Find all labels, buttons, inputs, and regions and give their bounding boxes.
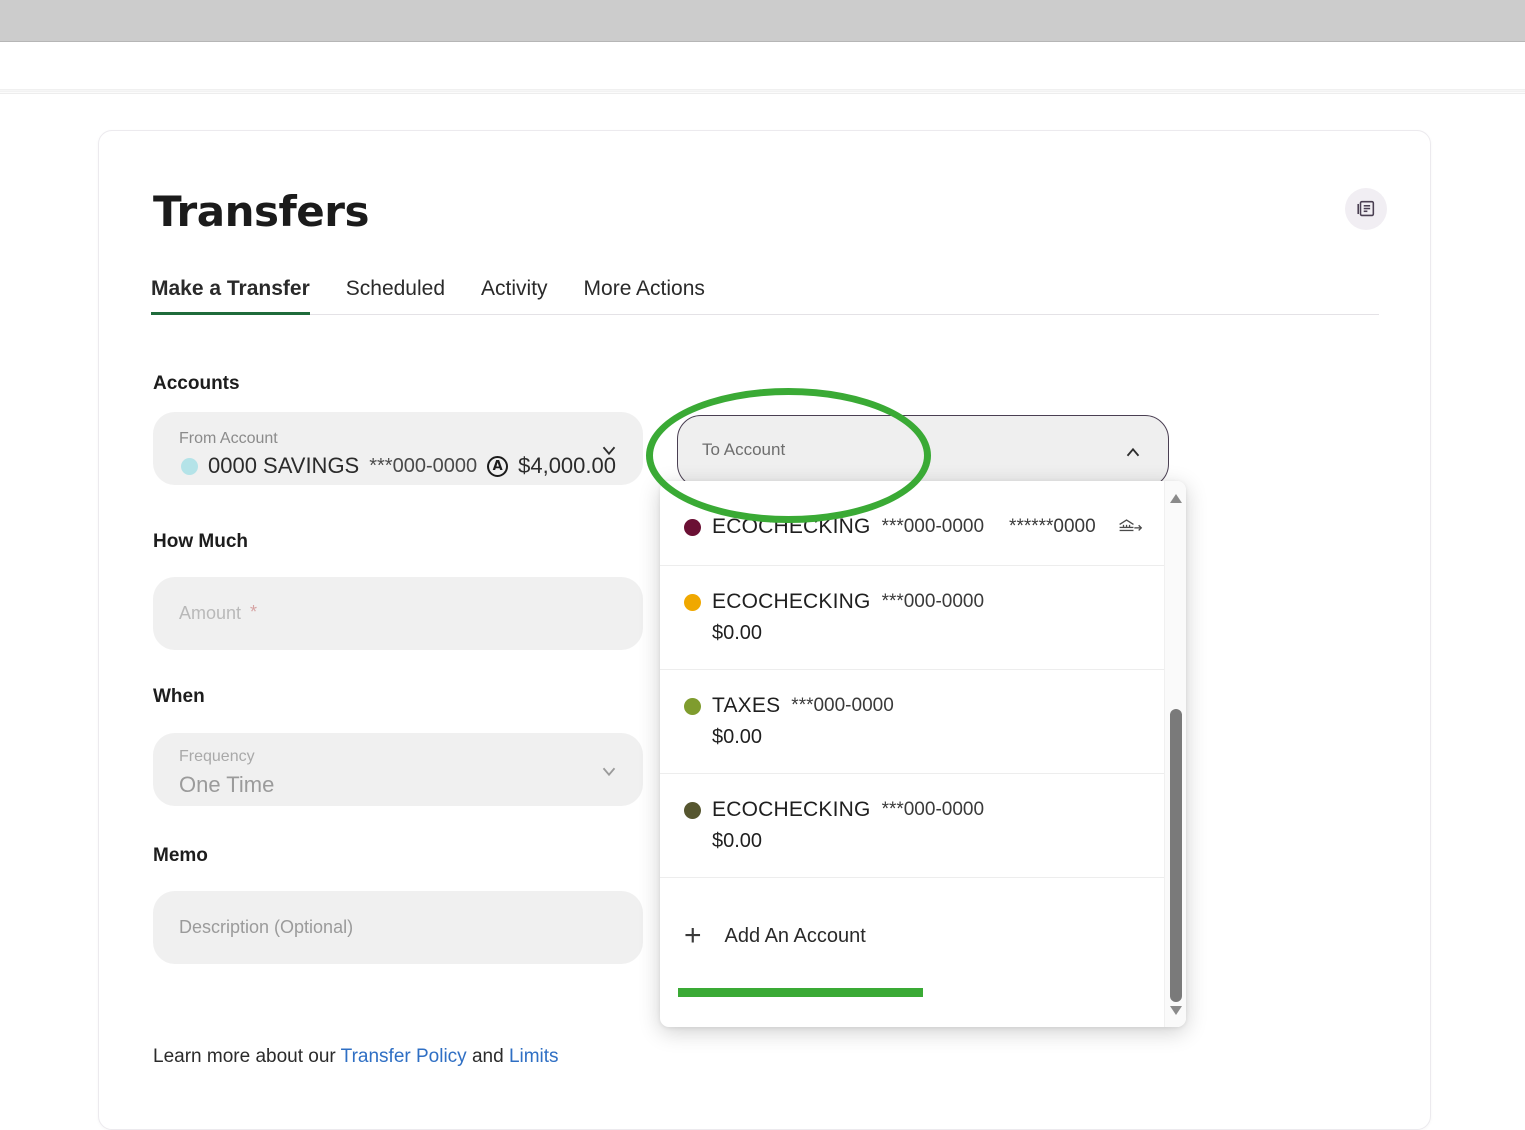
option-account-name: ECOCHECKING [712, 798, 871, 821]
browser-toolbar-area [0, 43, 1525, 89]
frequency-value: One Time [179, 772, 275, 797]
list-item[interactable]: TAXES ***000-0000 $0.00 [660, 670, 1186, 774]
option-account-mask: ***000-0000 [881, 591, 985, 612]
from-account-value-row: 0000 SAVINGS ***000-0000 A $4,000.00 [181, 453, 616, 479]
option-primary-row: ECOCHECKING ***000-0000 [684, 590, 1162, 614]
tab-activity[interactable]: Activity [463, 277, 566, 314]
chevron-down-icon [602, 446, 616, 456]
page-title: Transfers [153, 187, 369, 236]
add-an-account-row[interactable]: + Add An Account [660, 878, 1186, 951]
from-account-mask: ***000-0000 [369, 454, 478, 477]
document-list-icon [1357, 200, 1375, 217]
account-color-dot [181, 457, 198, 475]
browser-content-divider [0, 89, 1525, 94]
memo-section-label: Memo [153, 845, 208, 866]
list-item[interactable]: ECOCHECKING ***000-0000 $0.00 [660, 566, 1186, 670]
tab-more-actions[interactable]: More Actions [566, 277, 723, 314]
option-account-mask: ***000-0000 [791, 695, 894, 716]
scroll-down-arrow-icon[interactable] [1165, 999, 1186, 1021]
scroll-up-arrow-glyph [1170, 493, 1182, 503]
account-color-dot [684, 593, 701, 611]
option-account-name: ECOCHECKING [712, 590, 871, 613]
to-account-option-list: ECOCHECKING ***000-0000 ******0000 ECOCH… [660, 481, 1186, 1027]
option-account-amount: $0.00 [712, 830, 763, 852]
transfers-tablist: Make a Transfer Scheduled Activity More … [151, 271, 1379, 315]
document-list-button[interactable] [1345, 188, 1387, 230]
option-account-mask: ***000-0000 [881, 799, 985, 820]
account-color-dot [684, 518, 701, 536]
how-much-section-label: How Much [153, 531, 248, 552]
chevron-up-icon [1126, 447, 1140, 457]
list-item[interactable]: ECOCHECKING ***000-0000 $0.00 [660, 774, 1186, 878]
amount-required-marker: * [250, 602, 258, 622]
amount-field[interactable]: Amount * [153, 577, 643, 650]
from-account-label: From Account [179, 430, 278, 447]
scroll-down-arrow-glyph [1170, 1005, 1182, 1015]
add-an-account-label: Add An Account [724, 924, 866, 947]
limits-link[interactable]: Limits [509, 1046, 559, 1067]
option-primary-row: ECOCHECKING ***000-0000 [684, 798, 1162, 822]
to-account-field[interactable]: To Account [677, 415, 1169, 488]
to-account-placeholder: To Account [702, 440, 786, 459]
option-primary-row: ECOCHECKING ***000-0000 ******0000 [684, 515, 1162, 539]
memo-field[interactable]: Description (Optional) [153, 891, 643, 964]
available-balance-icon: A [487, 455, 509, 477]
transfer-policy-link[interactable]: Transfer Policy [341, 1046, 467, 1067]
account-color-dot [684, 801, 701, 819]
tab-make-a-transfer[interactable]: Make a Transfer [151, 277, 328, 315]
option-account-amount: $0.00 [712, 622, 763, 644]
frequency-label: Frequency [179, 748, 255, 765]
memo-placeholder: Description (Optional) [179, 917, 354, 937]
footer-middle: and [466, 1046, 509, 1067]
accounts-section-label: Accounts [153, 373, 240, 394]
plus-icon: + [684, 919, 702, 952]
from-account-name: 0000 SAVINGS [208, 453, 360, 478]
scroll-up-arrow-icon[interactable] [1165, 487, 1186, 509]
from-account-field[interactable]: From Account 0000 SAVINGS ***000-0000 A … [153, 412, 643, 485]
bank-transfer-icon [1118, 519, 1142, 532]
option-account-mask: ***000-0000 [881, 516, 985, 537]
when-section-label: When [153, 686, 205, 707]
tab-scheduled[interactable]: Scheduled [328, 277, 463, 314]
footer-prefix: Learn more about our [153, 1046, 341, 1067]
option-external-mask: ******0000 [1009, 516, 1096, 537]
footer-policy-text: Learn more about our Transfer Policy and… [153, 1046, 559, 1068]
account-color-dot [684, 697, 701, 715]
option-account-name: TAXES [712, 694, 781, 717]
to-account-dropdown: ECOCHECKING ***000-0000 ******0000 ECOCH… [660, 481, 1186, 1027]
option-account-amount: $0.00 [712, 726, 763, 748]
dropdown-scrollbar[interactable] [1164, 481, 1186, 1027]
chevron-down-icon [602, 767, 616, 777]
frequency-field[interactable]: Frequency One Time [153, 733, 643, 806]
option-primary-row: TAXES ***000-0000 [684, 694, 1162, 718]
option-account-name: ECOCHECKING [712, 515, 871, 538]
browser-top-bar [0, 0, 1525, 42]
amount-placeholder: Amount [179, 603, 242, 623]
list-item[interactable]: ECOCHECKING ***000-0000 ******0000 [660, 481, 1186, 566]
dropdown-scrollbar-thumb[interactable] [1170, 709, 1182, 1002]
